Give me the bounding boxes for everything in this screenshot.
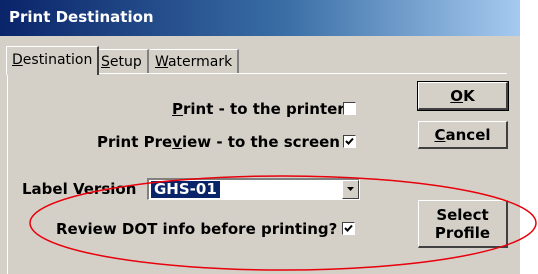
tab-destination-access-key: D (12, 52, 23, 68)
ok-access-key: O (450, 86, 464, 105)
window-title: Print Destination (9, 8, 154, 26)
print-to-printer-checkbox[interactable] (343, 102, 356, 115)
tab-destination-label: estination (22, 52, 93, 68)
tab-destination[interactable]: Destination (6, 46, 100, 75)
label-version-dropdown[interactable]: GHS-01 (147, 178, 360, 200)
label-version-value[interactable]: GHS-01 (151, 181, 220, 198)
tab-watermark-label: atermark (167, 54, 233, 70)
ok-label: K (463, 86, 475, 105)
print-preview-label[interactable]: Print Preview - to the screen (97, 133, 340, 151)
print-to-printer-access-key: P (172, 100, 183, 118)
select-profile-line1: Select (436, 205, 489, 224)
ok-button[interactable]: OK (417, 81, 509, 111)
tab-setup-access-key: S (101, 54, 110, 70)
print-preview-text-post: iew - to the screen (181, 133, 340, 151)
tab-setup[interactable]: Setup (96, 49, 149, 73)
tab-watermark[interactable]: Watermark (150, 49, 240, 73)
cancel-button[interactable]: Cancel (418, 121, 508, 149)
print-preview-checkbox[interactable] (343, 135, 356, 148)
dropdown-arrow-button[interactable] (342, 180, 359, 199)
review-dot-label[interactable]: Review DOT info before printing? (56, 220, 337, 238)
cancel-label: ancel (445, 125, 491, 144)
print-preview-text-pre: Print Pre (97, 133, 173, 151)
print-preview-access-key: v (172, 133, 182, 151)
tab-setup-label: etup (109, 54, 142, 70)
select-profile-line2: Profile (434, 223, 491, 242)
print-to-printer-text: rint - to the printer (183, 100, 345, 118)
print-destination-dialog: Print Destination Destination Setup Wate… (0, 0, 520, 274)
cancel-access-key: C (434, 125, 446, 144)
review-dot-checkbox[interactable] (342, 222, 355, 235)
print-to-printer-label[interactable]: Print - to the printer (172, 100, 345, 118)
select-profile-button[interactable]: Select Profile (418, 200, 508, 248)
title-bar[interactable]: Print Destination (0, 0, 520, 36)
chevron-down-icon (347, 187, 354, 191)
checkmark-icon (345, 137, 354, 145)
checkmark-icon (344, 224, 353, 232)
tab-watermark-access-key: W (155, 54, 168, 70)
label-version-label: Label Version (22, 180, 137, 198)
